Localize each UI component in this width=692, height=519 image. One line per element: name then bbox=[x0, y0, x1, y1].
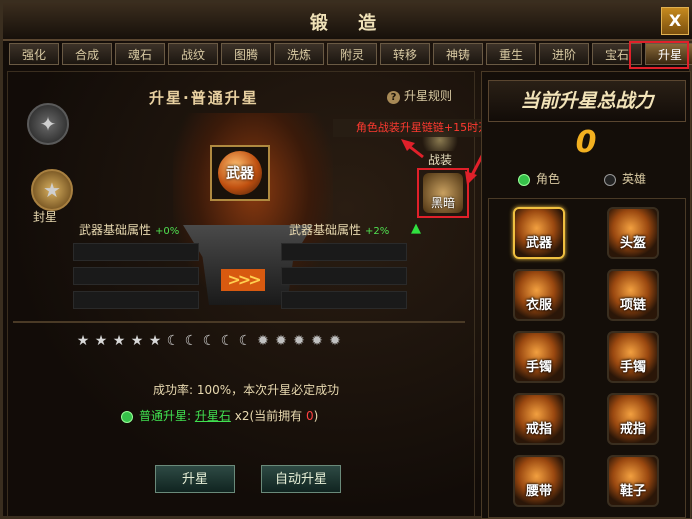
weapon-label: 武器 bbox=[226, 166, 254, 182]
star-gem-icon[interactable]: ✦ bbox=[27, 103, 69, 145]
tab-zhanwen[interactable]: 战纹 bbox=[168, 43, 218, 65]
tab-jinjie[interactable]: 进阶 bbox=[539, 43, 589, 65]
slot-armor[interactable]: 衣服 bbox=[513, 269, 565, 321]
attr-bar-right-2 bbox=[281, 267, 407, 285]
tab-hunshi[interactable]: 魂石 bbox=[115, 43, 165, 65]
star-level-icon: ★ bbox=[76, 333, 90, 349]
moon-level-icon: ☾ bbox=[202, 333, 216, 349]
upgrade-button[interactable]: 升星 bbox=[155, 465, 235, 493]
slot-belt-label: 腰带 bbox=[525, 484, 552, 499]
attr-right-label: 武器基础属性 bbox=[289, 223, 362, 237]
power-title: 当前升星总战力 bbox=[488, 80, 686, 122]
slot-bracelet-right-label: 手镯 bbox=[619, 360, 646, 375]
seal-star-label: 封星 bbox=[33, 210, 58, 224]
star-level-icon: ★ bbox=[148, 333, 162, 349]
tab-hecheng[interactable]: 合成 bbox=[62, 43, 112, 65]
tab-xilian[interactable]: 洗炼 bbox=[274, 43, 324, 65]
slot-bracelet-left-label: 手镯 bbox=[525, 360, 552, 375]
tab-fuling[interactable]: 附灵 bbox=[327, 43, 377, 65]
window-title: 锻 造 bbox=[309, 13, 389, 34]
radio-role-label: 角色 bbox=[536, 172, 561, 186]
star-level-icon: ★ bbox=[94, 333, 108, 349]
attr-right-value: +2% bbox=[365, 226, 390, 237]
tab-zhuanyi[interactable]: 转移 bbox=[380, 43, 430, 65]
upgrade-stone-qty: x2(当前拥有 bbox=[234, 409, 303, 423]
slot-necklace-label: 项链 bbox=[619, 298, 646, 313]
tab-bar: 强化 合成 魂石 战纹 图腾 洗炼 附灵 转移 神铸 重生 进阶 宝石 升星 bbox=[9, 43, 692, 67]
slot-shoes[interactable]: 鞋子 bbox=[607, 455, 659, 507]
sun-level-icon: ✹ bbox=[293, 333, 305, 349]
normal-upgrade-row: 普通升星: 升星石 x2(当前拥有 0) bbox=[121, 407, 318, 424]
sun-level-icon: ✹ bbox=[311, 333, 323, 349]
slot-bracelet-right[interactable]: 手镯 bbox=[607, 331, 659, 383]
attr-bar-left-2 bbox=[73, 267, 199, 285]
radio-hero-dot bbox=[604, 173, 616, 186]
moon-level-icon: ☾ bbox=[166, 333, 180, 349]
tab-shenzhu[interactable]: 神铸 bbox=[433, 43, 483, 65]
attr-left: 武器基础属性 +0% bbox=[79, 221, 179, 238]
slot-ring-left-label: 戒指 bbox=[525, 422, 552, 437]
radio-role[interactable]: 角色 bbox=[518, 170, 560, 187]
attr-left-label: 武器基础属性 bbox=[79, 223, 152, 237]
slot-helmet-label: 头盔 bbox=[619, 236, 646, 251]
star-level-icon: ★ bbox=[130, 333, 144, 349]
tab-chongsheng[interactable]: 重生 bbox=[486, 43, 536, 65]
upgrade-chevron-icon: >>> bbox=[221, 269, 265, 291]
normal-upgrade-radio[interactable] bbox=[121, 410, 133, 423]
radio-hero-label: 英雄 bbox=[622, 172, 647, 186]
sun-level-icon: ✹ bbox=[329, 333, 341, 349]
slot-weapon[interactable]: 武器 bbox=[513, 207, 565, 259]
owned-count: 0 bbox=[305, 409, 314, 423]
star-level-row: ★ ★ ★ ★ ★ ☾ ☾ ☾ ☾ ☾ ✹ ✹ ✹ ✹ ✹ bbox=[75, 333, 345, 349]
slot-helmet[interactable]: 头盔 bbox=[607, 207, 659, 259]
moon-level-icon: ☾ bbox=[220, 333, 234, 349]
normal-upgrade-label: 普通升星: bbox=[139, 409, 192, 423]
attr-bar-right-3 bbox=[281, 291, 407, 309]
active-tab-highlight bbox=[629, 41, 689, 69]
rules-link[interactable]: ? 升星规则 bbox=[387, 87, 452, 104]
sun-level-icon: ✹ bbox=[275, 333, 287, 349]
arrow-head-dark bbox=[465, 171, 477, 185]
slot-ring-right[interactable]: 戒指 bbox=[607, 393, 659, 445]
star-level-icon: ★ bbox=[112, 333, 126, 349]
tab-qianghua[interactable]: 强化 bbox=[9, 43, 59, 65]
attr-bar-left-3 bbox=[73, 291, 199, 309]
slot-armor-label: 衣服 bbox=[525, 298, 552, 313]
success-rate-text: 成功率: 100%，本次升星必定成功 bbox=[153, 383, 340, 397]
moon-level-icon: ☾ bbox=[238, 333, 252, 349]
power-value: 0 bbox=[575, 125, 597, 160]
sun-level-icon: ✹ bbox=[257, 333, 269, 349]
equipment-grid: 武器 头盔 衣服 项链 手镯 手镯 戒指 戒指 腰带 鞋子 bbox=[488, 198, 686, 518]
panel-heading: 升星·普通升星 bbox=[149, 89, 259, 107]
close-button[interactable]: X bbox=[661, 7, 689, 35]
seal-star-icon[interactable]: ★ bbox=[31, 169, 73, 211]
slot-ring-right-label: 戒指 bbox=[619, 422, 646, 437]
slot-belt[interactable]: 腰带 bbox=[513, 455, 565, 507]
slot-weapon-label: 武器 bbox=[525, 236, 552, 251]
slot-ring-left[interactable]: 戒指 bbox=[513, 393, 565, 445]
attr-right: 武器基础属性 +2% bbox=[289, 221, 389, 238]
tab-tuteng[interactable]: 图腾 bbox=[221, 43, 271, 65]
auto-upgrade-button[interactable]: 自动升星 bbox=[261, 465, 341, 493]
slot-bracelet-left[interactable]: 手镯 bbox=[513, 331, 565, 383]
qty-close: ) bbox=[313, 409, 319, 423]
increase-arrow-icon: ▲ bbox=[411, 221, 421, 236]
title-bar: 锻 造 X bbox=[3, 3, 692, 41]
rules-label: 升星规则 bbox=[404, 89, 453, 103]
weapon-slot[interactable]: 武器 bbox=[210, 145, 270, 201]
attr-bar-left-1 bbox=[73, 243, 199, 261]
moon-level-icon: ☾ bbox=[184, 333, 198, 349]
attr-left-value: +0% bbox=[155, 226, 180, 237]
slot-shoes-label: 鞋子 bbox=[619, 484, 646, 499]
divider bbox=[13, 321, 465, 323]
radio-hero[interactable]: 英雄 bbox=[604, 170, 646, 187]
attr-bar-right-1 bbox=[281, 243, 407, 261]
upgrade-stone-link[interactable]: 升星石 bbox=[195, 409, 231, 423]
power-panel: 当前升星总战力 0 角色 英雄 武器 头盔 衣服 项链 手镯 手镯 戒指 戒指 … bbox=[481, 71, 691, 519]
forge-window: 锻 造 X 强化 合成 魂石 战纹 图腾 洗炼 附灵 转移 神铸 重生 进阶 宝… bbox=[0, 0, 692, 519]
question-icon: ? bbox=[387, 91, 400, 104]
radio-role-dot bbox=[518, 173, 530, 186]
slot-necklace[interactable]: 项链 bbox=[607, 269, 659, 321]
